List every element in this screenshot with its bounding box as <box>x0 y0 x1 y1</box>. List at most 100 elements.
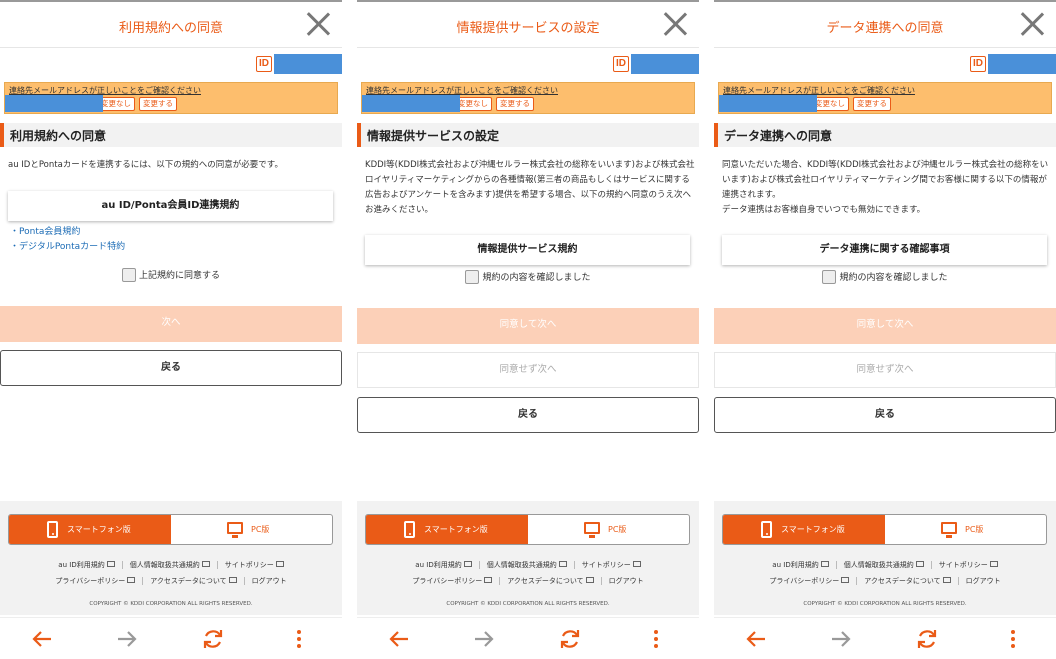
confirm-checkbox-row[interactable]: 規約の内容を確認しました <box>357 266 699 284</box>
au-id-terms-link[interactable]: au ID利用規約 <box>772 560 829 570</box>
page-title: データ連携への同意 <box>826 21 944 36</box>
access-data-link[interactable]: アクセスデータについて <box>507 576 594 586</box>
smartphone-mode-button[interactable]: スマートフォン版 <box>9 515 171 544</box>
footer-links-row1: au ID利用規約 個人情報取扱共通規約 サイトポリシー <box>357 560 699 570</box>
user-id-row: ID <box>966 54 1056 74</box>
confirm-checkbox-row[interactable]: 規約の内容を確認しました <box>714 266 1056 284</box>
section-title-text: 利用規約への同意 <box>10 129 107 143</box>
back-arrow-icon[interactable] <box>743 626 769 652</box>
next-button[interactable]: 次へ <box>0 306 342 342</box>
ponta-terms-link[interactable]: ・Ponta会員規約 <box>10 224 80 237</box>
external-link-icon <box>484 577 493 583</box>
privacy-common-terms-label: 個人情報取扱共通規約 <box>129 561 200 569</box>
decline-next-button[interactable]: 同意せず次へ <box>357 352 699 388</box>
close-icon[interactable] <box>663 12 687 36</box>
change-button[interactable]: 変更する <box>496 97 534 111</box>
site-policy-link[interactable]: サイトポリシー <box>939 560 998 570</box>
smartphone-icon <box>404 521 415 538</box>
change-button[interactable]: 変更する <box>139 97 177 111</box>
au-id-terms-link[interactable]: au ID利用規約 <box>58 560 115 570</box>
view-mode-switch: スマートフォン版 PC版 <box>8 514 333 545</box>
back-button[interactable]: 戻る <box>357 397 699 433</box>
privacy-policy-link[interactable]: プライバシーポリシー <box>412 576 493 586</box>
refresh-icon[interactable] <box>914 626 940 652</box>
access-data-link[interactable]: アクセスデータについて <box>864 576 951 586</box>
refresh-icon[interactable] <box>557 626 583 652</box>
site-policy-link[interactable]: サイトポリシー <box>225 560 284 570</box>
confirm-checkbox[interactable] <box>822 269 837 284</box>
privacy-common-terms-label: 個人情報取扱共通規約 <box>486 561 557 569</box>
privacy-common-terms-link[interactable]: 個人情報取扱共通規約 <box>487 560 567 570</box>
confirm-checkbox-label: 規約の内容を確認しました <box>839 273 948 283</box>
user-id-row: ID <box>252 54 342 74</box>
privacy-common-terms-link[interactable]: 個人情報取扱共通規約 <box>844 560 924 570</box>
back-arrow-icon[interactable] <box>386 626 412 652</box>
smartphone-mode-button[interactable]: スマートフォン版 <box>723 515 885 544</box>
decline-next-button[interactable]: 同意せず次へ <box>714 352 1056 388</box>
confirm-checkbox[interactable] <box>465 269 480 284</box>
logout-link[interactable]: ログアウト <box>252 576 287 586</box>
access-data-label: アクセスデータについて <box>150 577 227 585</box>
privacy-policy-link[interactable]: プライバシーポリシー <box>55 576 136 586</box>
footer: スマートフォン版 PC版 au ID利用規約 個人情報取扱共通規約 サイトポリシー … <box>714 501 1056 615</box>
header: データ連携への同意 <box>714 2 1056 48</box>
access-data-link[interactable]: アクセスデータについて <box>150 576 237 586</box>
page-title: 情報提供サービスの設定 <box>456 21 600 36</box>
access-data-label: アクセスデータについて <box>864 577 941 585</box>
agree-next-button[interactable]: 同意して次へ <box>357 308 699 344</box>
external-link-icon <box>275 561 284 567</box>
back-button[interactable]: 戻る <box>0 350 342 386</box>
browser-navbar <box>0 617 342 659</box>
digital-ponta-terms-link[interactable]: ・デジタルPontaカード特約 <box>10 239 125 252</box>
more-vertical-icon[interactable] <box>643 626 669 652</box>
agree-next-button[interactable]: 同意して次へ <box>714 308 1056 344</box>
privacy-policy-link[interactable]: プライバシーポリシー <box>769 576 850 586</box>
back-button[interactable]: 戻る <box>714 397 1056 433</box>
privacy-common-terms-link[interactable]: 個人情報取扱共通規約 <box>130 560 210 570</box>
site-policy-link[interactable]: サイトポリシー <box>582 560 641 570</box>
more-vertical-icon[interactable] <box>1000 626 1026 652</box>
screen-info-service-settings: 情報提供サービスの設定 ID 連絡先メールアドレスが正しいことをご確認ください … <box>357 0 699 659</box>
close-icon[interactable] <box>306 12 330 36</box>
site-policy-label: サイトポリシー <box>224 561 274 569</box>
privacy-policy-label: プライバシーポリシー <box>769 577 840 585</box>
data-link-confirmation-button[interactable]: データ連携に関する確認事項 <box>722 235 1047 265</box>
pc-mode-button[interactable]: PC版 <box>885 515 1046 544</box>
au-id-terms-link[interactable]: au ID利用規約 <box>415 560 472 570</box>
copyright: COPYRIGHT © KDDI CORPORATION ALL RIGHTS … <box>89 601 253 607</box>
id-icon: ID <box>613 56 629 72</box>
pc-mode-button[interactable]: PC版 <box>171 515 332 544</box>
external-link-icon <box>632 561 641 567</box>
screen-terms-consent: 利用規約への同意 ID 連絡先メールアドレスが正しいことをご確認ください 変更な… <box>0 0 342 659</box>
smartphone-mode-button[interactable]: スマートフォン版 <box>366 515 528 544</box>
agree-checkbox[interactable] <box>121 267 136 282</box>
external-link-icon <box>127 577 136 583</box>
pc-mode-button[interactable]: PC版 <box>528 515 689 544</box>
external-link-icon <box>201 561 210 567</box>
refresh-icon[interactable] <box>200 626 226 652</box>
browser-navbar <box>357 617 699 659</box>
close-icon[interactable] <box>1020 12 1044 36</box>
forward-arrow-icon[interactable] <box>828 626 854 652</box>
back-arrow-icon[interactable] <box>29 626 55 652</box>
more-vertical-icon[interactable] <box>286 626 312 652</box>
redacted-user-id <box>631 54 699 74</box>
info-service-terms-button[interactable]: 情報提供サービス規約 <box>365 235 690 265</box>
forward-arrow-icon[interactable] <box>471 626 497 652</box>
id-icon: ID <box>256 56 272 72</box>
privacy-policy-label: プライバシーポリシー <box>412 577 483 585</box>
logout-link[interactable]: ログアウト <box>609 576 644 586</box>
logout-link[interactable]: ログアウト <box>966 576 1001 586</box>
terms-document-button[interactable]: au ID/Ponta会員ID連携規約 <box>8 191 333 221</box>
copyright: COPYRIGHT © KDDI CORPORATION ALL RIGHTS … <box>803 601 967 607</box>
forward-arrow-icon[interactable] <box>114 626 140 652</box>
change-button[interactable]: 変更する <box>853 97 891 111</box>
copyright: COPYRIGHT © KDDI CORPORATION ALL RIGHTS … <box>446 601 610 607</box>
site-policy-label: サイトポリシー <box>938 561 988 569</box>
external-link-icon <box>942 577 951 583</box>
au-id-terms-label: au ID利用規約 <box>58 561 105 569</box>
redacted-user-id <box>274 54 342 74</box>
pc-mode-label: PC版 <box>965 525 984 534</box>
agree-checkbox-row[interactable]: 上記規約に同意する <box>0 264 342 282</box>
description-note: データ連携はお客様自身でいつでも無効にできます。 <box>722 205 926 215</box>
